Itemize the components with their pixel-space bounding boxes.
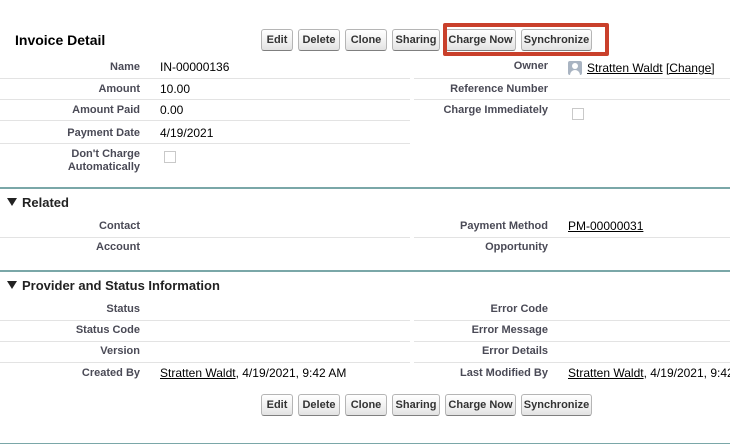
row-divider — [0, 320, 410, 321]
amount-value: 10.00 — [160, 82, 191, 96]
delete-button[interactable]: Delete — [298, 394, 340, 416]
last-modified-user-link[interactable]: Stratten Waldt — [568, 366, 644, 380]
contact-label: Contact — [99, 220, 140, 232]
invoice-detail-page: Invoice Detail Edit Delete Clone Sharing… — [0, 0, 730, 446]
synchronize-button[interactable]: Synchronize — [521, 394, 592, 416]
row-divider — [414, 78, 730, 79]
payment-date-label: Payment Date — [67, 127, 140, 139]
footer-rule — [0, 443, 730, 444]
section-rule — [0, 187, 730, 189]
amount-paid-label: Amount Paid — [72, 104, 140, 116]
reference-number-label: Reference Number — [450, 83, 548, 95]
owner-link[interactable]: Stratten Waldt — [587, 61, 663, 75]
row-divider — [0, 143, 410, 144]
name-label: Name — [110, 61, 140, 73]
last-modified-label: Last Modified By — [459, 367, 548, 379]
clone-button[interactable]: Clone — [345, 394, 387, 416]
name-value: IN-00000136 — [160, 60, 230, 74]
sharing-button[interactable]: Sharing — [392, 29, 440, 51]
row-divider — [414, 320, 730, 321]
error-details-label: Error Details — [481, 345, 548, 357]
bottom-button-bar: Edit Delete Clone Sharing Charge Now Syn… — [261, 394, 592, 416]
version-label: Version — [100, 345, 140, 357]
error-code-label: Error Code — [490, 303, 548, 315]
owner-label: Owner — [513, 60, 548, 72]
charge-immediately-label: Charge Immediately — [443, 104, 548, 116]
charge-now-button[interactable]: Charge Now — [445, 394, 516, 416]
payment-method-link[interactable]: PM-00000031 — [568, 219, 643, 233]
page-title: Invoice Detail — [15, 32, 106, 48]
error-message-label: Error Message — [471, 324, 548, 336]
collapse-triangle-icon[interactable] — [7, 198, 17, 206]
row-divider — [414, 362, 730, 363]
created-by-label: Created By — [81, 367, 140, 379]
owner-value: Stratten Waldt [Change] — [587, 61, 715, 75]
related-section-header[interactable]: Related — [7, 195, 69, 210]
provider-section-header[interactable]: Provider and Status Information — [7, 278, 220, 293]
created-by-value: Stratten Waldt, 4/19/2021, 9:42 AM — [160, 366, 347, 380]
row-divider — [0, 341, 410, 342]
payment-method-label: Payment Method — [459, 220, 548, 232]
row-divider — [414, 237, 730, 238]
row-divider — [0, 120, 410, 121]
highlight-box — [443, 23, 609, 56]
row-divider — [414, 341, 730, 342]
edit-button[interactable]: Edit — [261, 394, 293, 416]
account-label: Account — [96, 241, 140, 253]
status-code-label: Status Code — [75, 324, 140, 336]
status-label: Status — [106, 303, 140, 315]
amount-label: Amount — [98, 83, 140, 95]
created-by-user-link[interactable]: Stratten Waldt — [160, 366, 236, 380]
amount-paid-value: 0.00 — [160, 103, 184, 117]
collapse-triangle-icon[interactable] — [7, 281, 17, 289]
row-divider — [0, 237, 410, 238]
owner-change-link[interactable]: [Change] — [666, 61, 715, 75]
user-icon — [568, 61, 582, 75]
section-rule — [0, 270, 730, 272]
row-divider — [0, 99, 410, 100]
row-divider — [0, 362, 410, 363]
payment-date-value: 4/19/2021 — [160, 126, 214, 140]
edit-button[interactable]: Edit — [261, 29, 293, 51]
dont-charge-label: Don't Charge Automatically — [67, 148, 140, 173]
opportunity-label: Opportunity — [485, 241, 548, 253]
last-modified-value: Stratten Waldt, 4/19/2021, 9:42 — [568, 366, 730, 380]
clone-button[interactable]: Clone — [345, 29, 387, 51]
row-divider — [0, 78, 410, 79]
payment-method-value: PM-00000031 — [568, 219, 643, 233]
charge-immediately-checkbox[interactable] — [572, 108, 584, 120]
row-divider — [414, 99, 730, 100]
sharing-button[interactable]: Sharing — [392, 394, 440, 416]
delete-button[interactable]: Delete — [298, 29, 340, 51]
dont-charge-checkbox[interactable] — [164, 151, 176, 163]
